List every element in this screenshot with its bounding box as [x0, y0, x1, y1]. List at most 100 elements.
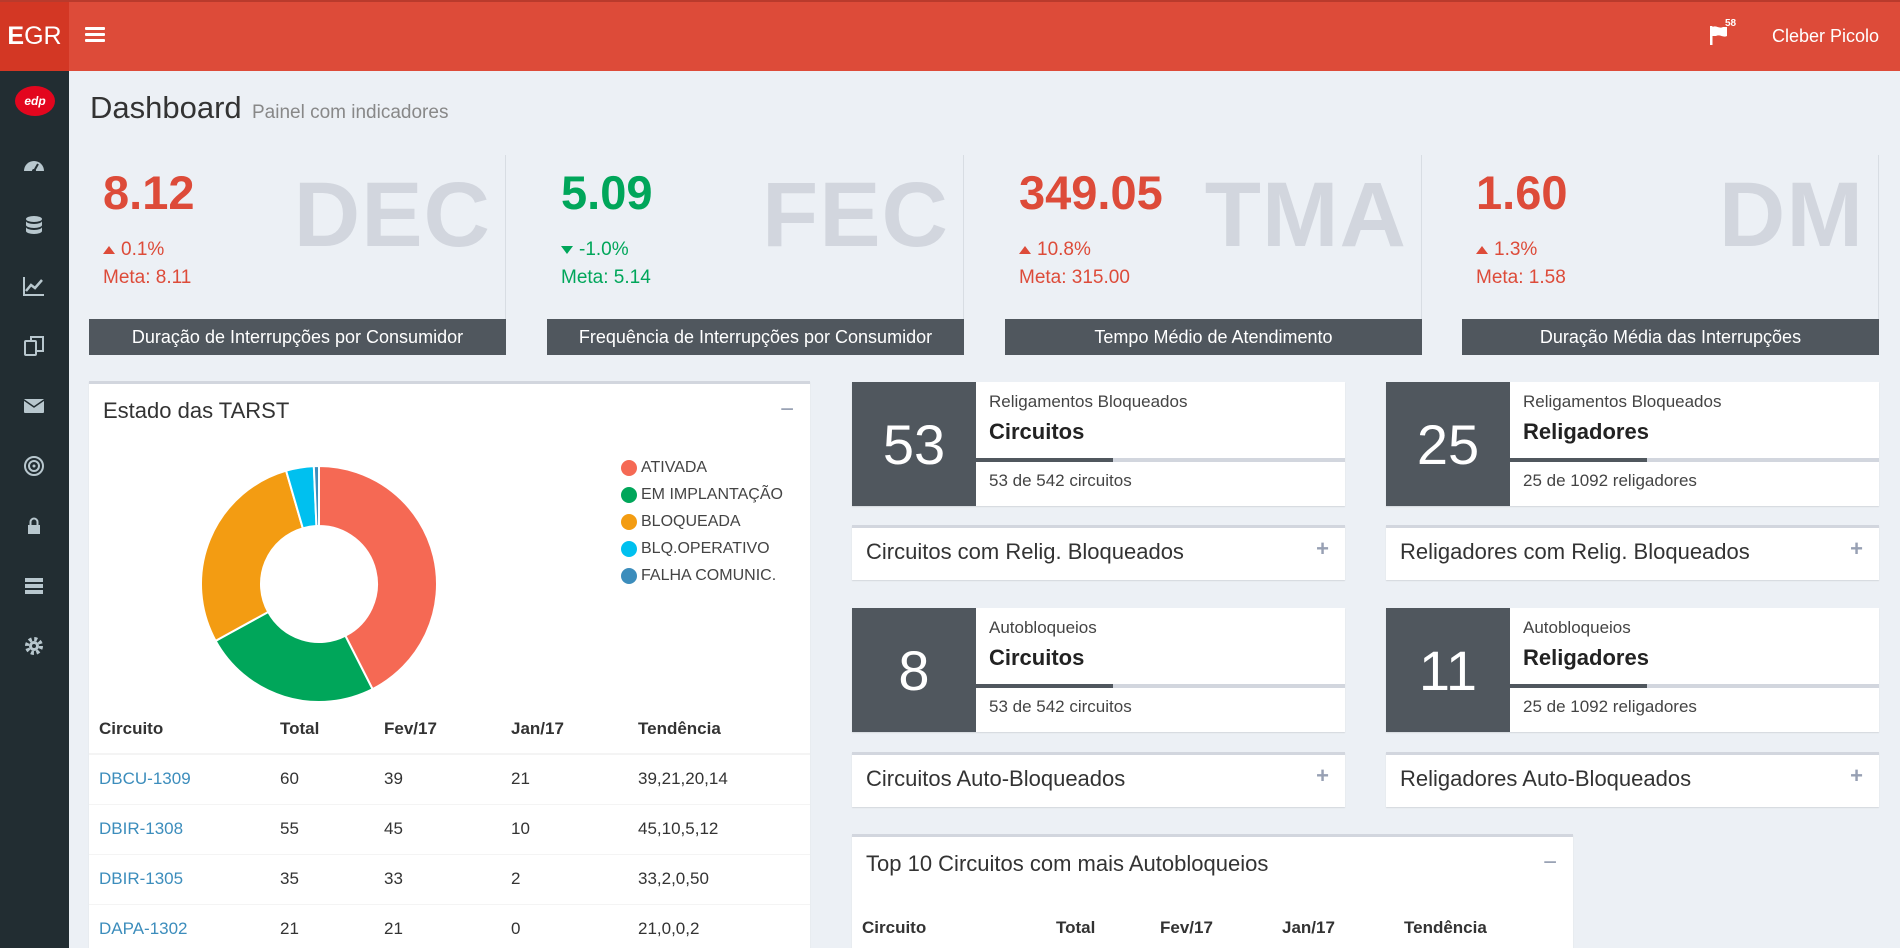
progress-track — [1510, 458, 1879, 462]
arrow-up-icon — [103, 246, 115, 254]
table-cell: 35 — [270, 853, 374, 904]
info-number: 25 — [1386, 382, 1510, 506]
expand-button[interactable]: + — [1316, 763, 1329, 789]
table-row: DBIR-1308 55 45 10 45,10,5,12 — [89, 803, 810, 854]
column-header[interactable]: Total — [1046, 903, 1150, 948]
kpi-footer[interactable]: Frequência de Interrupções por Consumido… — [547, 319, 964, 355]
kpi-footer[interactable]: Duração de Interrupções por Consumidor — [89, 319, 506, 355]
info-description: 25 de 1092 religadores — [1523, 697, 1697, 716]
table-cell: 0 — [501, 903, 628, 948]
box-circuitos-relig-bloqueados: Circuitos com Relig. Bloqueados + — [852, 525, 1345, 580]
server-icon[interactable] — [22, 574, 46, 598]
kpi-value: 8.12 — [103, 166, 195, 219]
donut-slice-bloqueada[interactable] — [200, 469, 305, 643]
tarst-donut-chart — [200, 464, 438, 703]
edp-logo[interactable]: edp — [15, 86, 55, 116]
column-header[interactable]: Fev/17 — [374, 704, 501, 755]
column-header[interactable]: Total — [270, 704, 374, 755]
column-header[interactable]: Tendência — [1394, 903, 1573, 948]
target-icon[interactable] — [22, 454, 46, 478]
legend-item[interactable]: FALHA COMUNIC. — [621, 562, 783, 589]
info-description: 53 de 542 circuitos — [989, 471, 1132, 490]
table-row: DBCU-1309 60 39 21 39,21,20,14 — [89, 753, 810, 804]
table-cell: 33,2,0,50 — [628, 853, 810, 904]
tarst-panel: Estado das TARST − ATIVADA EM IMPLANTAÇÃ… — [89, 381, 810, 948]
legend-item[interactable]: ATIVADA — [621, 454, 783, 481]
info-title: Religadores — [1523, 419, 1649, 444]
table-row: DAPA-1302 21 21 0 21,0,0,2 — [89, 903, 810, 948]
kpi-delta: 0.1% — [121, 239, 165, 260]
column-header[interactable]: Circuito — [89, 704, 270, 755]
legend-item[interactable]: BLQ.OPERATIVO — [621, 535, 783, 562]
column-header[interactable]: Jan/17 — [501, 704, 628, 755]
line-chart-icon[interactable] — [22, 274, 46, 298]
column-header[interactable]: Jan/17 — [1272, 903, 1394, 948]
info-box-religadores-bloqueados[interactable]: 25 Religamentos Bloqueados Religadores 2… — [1386, 382, 1879, 506]
box-religadores-relig-bloqueados: Religadores com Relig. Bloqueados + — [1386, 525, 1879, 580]
info-description: 25 de 1092 religadores — [1523, 471, 1697, 490]
info-label: Religamentos Bloqueados — [989, 392, 1188, 411]
collapse-button[interactable]: − — [1543, 849, 1557, 877]
circuit-link[interactable]: DAPA-1302 — [99, 919, 188, 938]
sidebar: edp — [0, 71, 69, 948]
user-menu[interactable]: Cleber Picolo — [1772, 26, 1879, 47]
kpi-fec: 5.09 FEC -1.0% Meta: 5.14 Frequência de … — [547, 155, 964, 355]
app-logo[interactable]: E GR — [0, 2, 69, 71]
notifications-button[interactable]: 58 — [1708, 18, 1738, 50]
logo-text: GR — [24, 22, 62, 50]
kpi-footer[interactable]: Tempo Médio de Atendimento — [1005, 319, 1422, 355]
menu-toggle-icon[interactable] — [85, 27, 105, 45]
info-title: Circuitos — [989, 645, 1085, 670]
table-cell: 21 — [270, 903, 374, 948]
circuit-link[interactable]: DBCU-1309 — [99, 769, 191, 788]
box-title: Religadores com Relig. Bloqueados — [1400, 539, 1750, 564]
legend-item[interactable]: BLOQUEADA — [621, 508, 783, 535]
box-title: Circuitos com Relig. Bloqueados — [866, 539, 1184, 564]
envelope-icon[interactable] — [22, 394, 46, 418]
progress-bar — [976, 458, 1113, 462]
dashboard-icon[interactable] — [22, 154, 46, 178]
arrow-up-icon — [1019, 246, 1031, 254]
info-box-circuitos-bloqueados[interactable]: 53 Religamentos Bloqueados Circuitos 53 … — [852, 382, 1345, 506]
copy-icon[interactable] — [22, 334, 46, 358]
expand-button[interactable]: + — [1316, 536, 1329, 562]
collapse-button[interactable]: − — [780, 396, 794, 424]
lock-icon[interactable] — [22, 514, 46, 538]
info-title: Religadores — [1523, 645, 1649, 670]
table-cell: 55 — [270, 803, 374, 854]
info-description: 53 de 542 circuitos — [989, 697, 1132, 716]
table-cell: 10 — [501, 803, 628, 854]
notification-count-badge: 58 — [1725, 18, 1737, 29]
circuit-link[interactable]: DBIR-1305 — [99, 869, 183, 888]
info-label: Religamentos Bloqueados — [1523, 392, 1722, 411]
progress-track — [1510, 684, 1879, 688]
kpi-footer[interactable]: Duração Média das Interrupções — [1462, 319, 1879, 355]
table-row: DBIR-1305 35 33 2 33,2,0,50 — [89, 853, 810, 904]
table-cell: 33 — [374, 853, 501, 904]
gear-icon[interactable] — [22, 634, 46, 658]
page-subtitle: Painel com indicadores — [252, 102, 449, 123]
expand-button[interactable]: + — [1850, 536, 1863, 562]
box-circuitos-auto-bloqueados: Circuitos Auto-Bloqueados + — [852, 752, 1345, 807]
legend-item[interactable]: EM IMPLANTAÇÃO — [621, 481, 783, 508]
info-box-circuitos-autobloqueios[interactable]: 8 Autobloqueios Circuitos 53 de 542 circ… — [852, 608, 1345, 732]
database-icon[interactable] — [22, 214, 46, 238]
info-box-religadores-autobloqueios[interactable]: 11 Autobloqueios Religadores 25 de 1092 … — [1386, 608, 1879, 732]
info-label: Autobloqueios — [1523, 618, 1631, 637]
box-religadores-auto-bloqueados: Religadores Auto-Bloqueados + — [1386, 752, 1879, 807]
info-number: 53 — [852, 382, 976, 506]
progress-bar — [1510, 684, 1647, 688]
table-header-row: Circuito Total Fev/17 Jan/17 Tendência — [89, 704, 810, 755]
column-header[interactable]: Fev/17 — [1150, 903, 1272, 948]
panel-title: Top 10 Circuitos com mais Autobloqueios — [866, 851, 1269, 876]
kpi-delta: -1.0% — [579, 239, 629, 260]
kpi-delta: 10.8% — [1037, 239, 1091, 260]
kpi-code: FEC — [762, 164, 949, 266]
circuit-link[interactable]: DBIR-1308 — [99, 819, 183, 838]
kpi-dec: 8.12 DEC 0.1% Meta: 8.11 Duração de Inte… — [89, 155, 506, 355]
column-header[interactable]: Tendência — [628, 704, 810, 755]
progress-bar — [976, 684, 1113, 688]
expand-button[interactable]: + — [1850, 763, 1863, 789]
kpi-code: DEC — [293, 164, 491, 266]
column-header[interactable]: Circuito — [852, 903, 1046, 948]
